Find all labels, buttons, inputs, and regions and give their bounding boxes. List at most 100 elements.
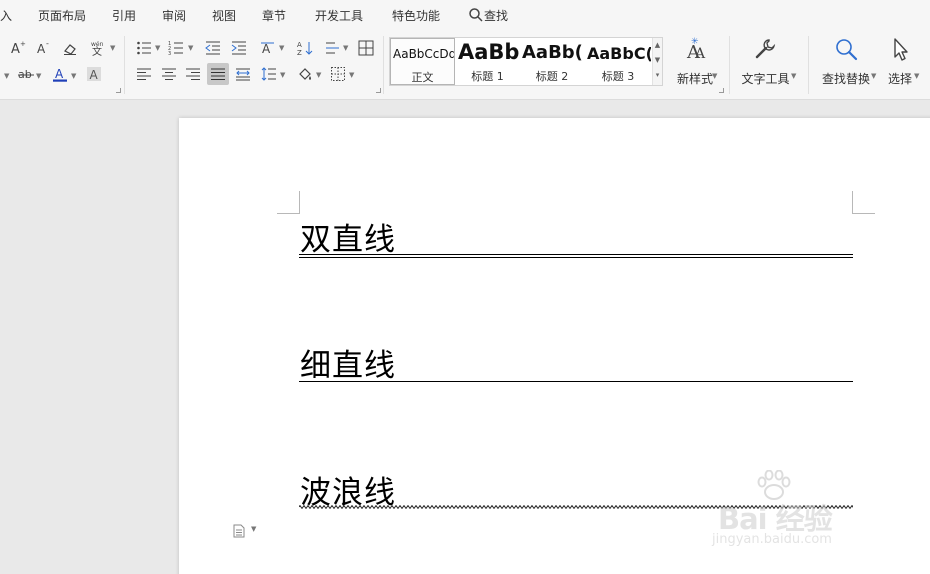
ribbon-separator (383, 36, 384, 94)
borders-icon[interactable] (328, 64, 348, 84)
svg-text:A: A (262, 42, 271, 56)
menu-review[interactable]: 审阅 (162, 7, 186, 24)
magnifier-icon (836, 39, 858, 61)
style-heading-2[interactable]: AaBb( 标题 2 (520, 38, 584, 85)
style-heading-3[interactable]: AaBbC( 标题 3 (585, 38, 651, 85)
font-dialog-launcher[interactable] (116, 88, 121, 93)
double-underline (299, 254, 853, 258)
svg-text:Z: Z (297, 49, 302, 56)
thin-underline (299, 381, 853, 382)
menu-search[interactable]: 查找 (484, 7, 508, 24)
style-sample: AaBb( (522, 42, 583, 63)
align-left-icon[interactable] (134, 64, 154, 84)
style-normal[interactable]: AaBbCcDd 正文 (390, 38, 455, 85)
search-icon[interactable] (468, 7, 484, 23)
menu-developer-tools[interactable]: 开发工具 (315, 7, 363, 24)
phonetic-guide-icon[interactable]: wén 文 (88, 38, 108, 58)
menu-insert[interactable]: 入 (0, 7, 12, 24)
borders-dropdown-caret[interactable]: ▼ (349, 71, 354, 79)
align-right-icon[interactable] (183, 64, 203, 84)
table-borders-icon[interactable] (356, 38, 376, 58)
shading-icon[interactable] (295, 64, 315, 84)
increase-indent-icon[interactable] (229, 38, 249, 58)
styles-dialog-launcher[interactable] (719, 88, 724, 93)
text-tools-button[interactable]: 文字工具 (738, 36, 793, 87)
font-color-icon[interactable]: A (50, 64, 70, 84)
bullets-icon[interactable] (134, 38, 154, 58)
watermark-url: jingyan.baidu.com (712, 532, 832, 547)
gallery-scrollbar[interactable]: ▲ ▼ ▾ (652, 38, 662, 85)
bullets-dropdown-caret[interactable]: ▼ (155, 44, 160, 52)
phonetic-dropdown-caret[interactable]: ▼ (110, 44, 115, 52)
menu-bar: 入 页面布局 引用 审阅 视图 章节 开发工具 特色功能 查找 (0, 0, 930, 30)
decrease-indent-icon[interactable] (203, 38, 223, 58)
baidu-jingyan-watermark: Bai 经验 jingyan.baidu.com (706, 470, 886, 560)
line-numbers-icon[interactable] (323, 38, 343, 58)
heading-thin-line[interactable]: 细直线 (300, 340, 396, 385)
cursor-arrow-icon (894, 38, 908, 61)
ribbon-separator (729, 36, 730, 94)
new-style-icon: A A ✳ (686, 37, 706, 62)
font-color-dropdown-caret[interactable]: ▼ (71, 72, 76, 80)
line-numbers-dropdown-caret[interactable]: ▼ (343, 44, 348, 52)
svg-text:3: 3 (168, 51, 171, 56)
find-replace-dropdown-caret[interactable]: ▼ (871, 72, 876, 80)
margin-corner-mark (852, 191, 875, 214)
svg-text:A: A (694, 46, 706, 62)
find-replace-button[interactable]: 查找替换 (816, 36, 876, 87)
menu-page-layout[interactable]: 页面布局 (38, 7, 86, 24)
font-dropdown-caret[interactable]: ▼ (4, 72, 9, 80)
paragraph-layout-dropdown-caret[interactable]: ▼ (251, 525, 256, 533)
character-shading-icon[interactable]: A (84, 64, 104, 84)
new-style-dropdown-caret[interactable]: ▼ (712, 72, 717, 80)
text-direction-icon[interactable]: A (258, 38, 278, 58)
chevron-up-icon[interactable]: ▲ (653, 38, 662, 53)
shading-dropdown-caret[interactable]: ▼ (316, 71, 321, 79)
menu-chapter[interactable]: 章节 (262, 7, 286, 24)
document-canvas: 双直线 细直线 波浪线 ▼ Bai 经验 jingyan.baidu.com (0, 101, 930, 574)
sort-icon[interactable]: AZ (295, 38, 315, 58)
strikethrough-abc-icon[interactable]: ab (16, 64, 36, 84)
distributed-icon[interactable] (233, 64, 253, 84)
menu-view[interactable]: 视图 (212, 7, 236, 24)
line-spacing-dropdown-caret[interactable]: ▼ (280, 71, 285, 79)
clear-format-icon[interactable] (60, 38, 80, 58)
line-spacing-icon[interactable] (259, 64, 279, 84)
svg-text:✳: ✳ (691, 37, 699, 47)
grow-font-icon[interactable]: A + (8, 38, 28, 58)
align-center-icon[interactable] (159, 64, 179, 84)
select-button[interactable]: 选择 (884, 36, 916, 87)
svg-text:A: A (55, 67, 64, 81)
styles-gallery: AaBbCcDd 正文 AaBb 标题 1 AaBb( 标题 2 AaBbC( … (389, 37, 663, 86)
chevron-down-icon[interactable]: ▼ (653, 53, 662, 68)
shrink-font-icon[interactable]: A- (34, 38, 54, 58)
paragraph-dialog-launcher[interactable] (376, 88, 381, 93)
justify-icon[interactable] (207, 63, 229, 85)
svg-text:A: A (37, 42, 46, 56)
select-dropdown-caret[interactable]: ▼ (914, 72, 919, 80)
text-direction-dropdown-caret[interactable]: ▼ (279, 44, 284, 52)
strikethrough-dropdown-caret[interactable]: ▼ (36, 72, 41, 80)
style-name: 标题 3 (601, 70, 635, 83)
ribbon-separator (124, 36, 125, 94)
svg-text:-: - (46, 40, 49, 48)
style-name: 标题 2 (535, 70, 569, 83)
wrench-icon (755, 39, 775, 59)
margin-corner-mark (277, 191, 300, 214)
style-heading-1[interactable]: AaBb 标题 1 (456, 38, 519, 85)
svg-text:+: + (20, 40, 26, 48)
style-name: 正文 (411, 71, 434, 84)
svg-text:A: A (90, 68, 99, 82)
numbering-icon[interactable]: 123 (166, 38, 186, 58)
menu-references[interactable]: 引用 (112, 7, 136, 24)
numbering-dropdown-caret[interactable]: ▼ (188, 44, 193, 52)
text-tools-dropdown-caret[interactable]: ▼ (791, 72, 796, 80)
heading-double-line[interactable]: 双直线 (300, 214, 396, 259)
paragraph-layout-icon[interactable] (232, 524, 246, 538)
text-tools-label: 文字工具 (741, 72, 790, 86)
svg-text:A: A (297, 41, 302, 49)
menu-special-features[interactable]: 特色功能 (392, 7, 440, 24)
style-sample: AaBb (458, 40, 519, 64)
style-sample: AaBbCcDd (393, 47, 455, 61)
gallery-expand-icon[interactable]: ▾ (653, 68, 662, 83)
